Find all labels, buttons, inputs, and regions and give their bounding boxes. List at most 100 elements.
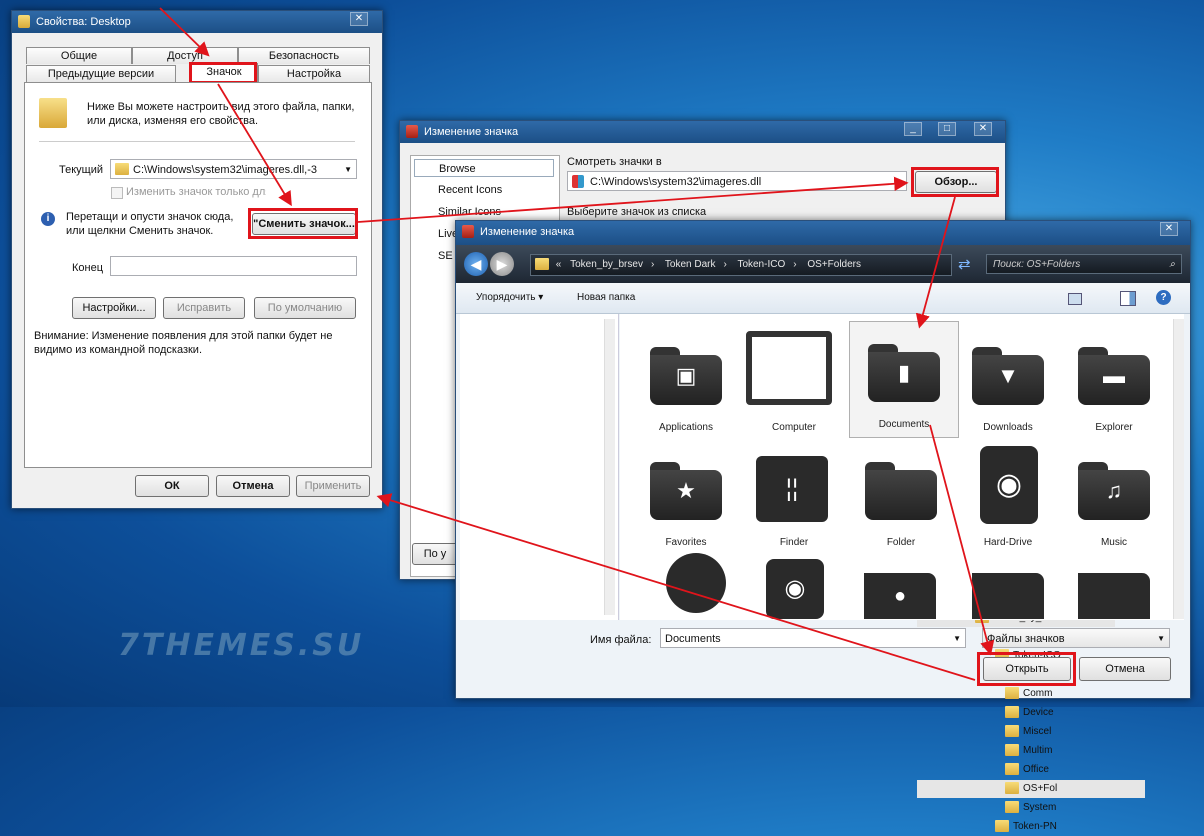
tab-previous-versions[interactable]: Предыдущие версии: [26, 65, 176, 82]
end-field[interactable]: [110, 256, 357, 276]
properties-window: Свойства: Desktop ✕ Общие Доступ Безопас…: [11, 10, 383, 509]
icon-computer[interactable]: Computer: [740, 325, 848, 440]
fix-button[interactable]: Исправить: [163, 297, 245, 319]
tab-security[interactable]: Безопасность: [238, 47, 370, 64]
side-browse[interactable]: Browse: [414, 159, 554, 177]
big-folder-icon: [39, 98, 67, 128]
address-bar[interactable]: « Token_by_brsev › Token Dark › Token-ICO ›…: [530, 254, 952, 276]
current-label: Текущий: [59, 164, 103, 176]
tree-item[interactable]: Multim: [1005, 742, 1052, 760]
icon-folder[interactable]: Folder: [847, 440, 955, 555]
checkbox[interactable]: [111, 187, 123, 199]
folder-icon: [1005, 744, 1019, 757]
tree-scrollbar[interactable]: [604, 319, 615, 615]
icon-label: Folder: [886, 537, 916, 548]
arrow-down-icon: ▼: [997, 363, 1019, 388]
organize-button[interactable]: Упорядочить ▾: [476, 292, 543, 303]
filename-field[interactable]: Documents ▼: [660, 628, 966, 648]
finder-icon: ¦¦: [756, 456, 828, 522]
folder-icon: [1005, 763, 1019, 776]
bottom-button[interactable]: По у: [412, 543, 458, 565]
grid-scrollbar[interactable]: [1173, 319, 1184, 619]
tree-item-label: OS+Fol: [1023, 783, 1058, 794]
checkbox-label: Изменить значок только для этого: [126, 186, 266, 198]
apply-button[interactable]: Применить: [296, 475, 370, 497]
third-row-icon-2[interactable]: ◉: [766, 559, 824, 619]
tab-customize[interactable]: Настройка: [258, 65, 370, 82]
crumb-4[interactable]: OS+Folders: [807, 259, 861, 270]
ok-button[interactable]: ОК: [135, 475, 209, 497]
new-folder-button[interactable]: Новая папка: [577, 292, 635, 303]
tree-item[interactable]: Token-PN: [995, 818, 1057, 836]
folder-icon: [535, 258, 549, 271]
tree-item[interactable]: Comm: [1005, 685, 1052, 703]
hard-drive-icon: ◉: [980, 446, 1038, 524]
search-input[interactable]: Поиск: OS+Folders ⌕: [986, 254, 1182, 274]
close-icon[interactable]: ✕: [350, 12, 368, 26]
folder-icon: [1005, 801, 1019, 814]
crumb-3[interactable]: Token-ICO: [737, 259, 785, 270]
third-row-icon-1[interactable]: [666, 553, 726, 613]
search-placeholder: Поиск: OS+Folders: [993, 259, 1081, 270]
highlight-change-icon: [248, 208, 358, 239]
default-button[interactable]: По умолчанию: [254, 297, 356, 319]
info-icon: i: [41, 212, 55, 226]
side-similar[interactable]: Similar Icons: [438, 206, 501, 218]
tree-item[interactable]: System: [1005, 799, 1056, 817]
icon-finder[interactable]: ¦¦ Finder: [740, 440, 848, 555]
tree-item[interactable]: OS+Fol: [917, 780, 1145, 798]
drag-hint: Перетащи и опусти значок сюда, или щелкн…: [66, 211, 234, 237]
preview-pane-icon[interactable]: [1120, 291, 1136, 306]
view-icon[interactable]: [1068, 293, 1082, 305]
drive-glyph-icon: ▬: [1103, 363, 1125, 388]
crumb-2[interactable]: Token Dark: [665, 259, 716, 270]
close-icon[interactable]: ✕: [974, 122, 992, 136]
folder-icon: [1005, 687, 1019, 700]
icon-label: Finder: [779, 537, 809, 548]
tab-general[interactable]: Общие: [26, 47, 132, 64]
shield-icon: [572, 175, 584, 188]
close-icon[interactable]: ✕: [1160, 222, 1178, 236]
icon-label: Music: [1100, 537, 1128, 548]
file-type-select[interactable]: Файлы значков ▼: [982, 628, 1170, 648]
minimize-icon[interactable]: _: [904, 122, 922, 136]
cancel-button[interactable]: Отмена: [216, 475, 290, 497]
folder-icon: [115, 163, 129, 175]
help-icon[interactable]: ?: [1156, 290, 1171, 305]
side-se[interactable]: SE: [438, 250, 453, 262]
settings-button[interactable]: Настройки...: [72, 297, 156, 319]
app-icon: [406, 125, 418, 138]
cancel-button[interactable]: Отмена: [1079, 657, 1171, 681]
maximize-icon[interactable]: □: [938, 122, 956, 136]
icon-downloads[interactable]: ▼ Downloads: [954, 325, 1062, 440]
star-icon: ★: [676, 478, 696, 503]
highlight-icon-tab: [189, 62, 257, 84]
current-value: C:\Windows\system32\imageres.dll,-3: [133, 164, 318, 176]
icon-explorer[interactable]: ▬ Explorer: [1060, 325, 1168, 440]
crumb-1[interactable]: Token_by_brsev: [570, 259, 643, 270]
tree-item[interactable]: Office: [1005, 761, 1049, 779]
crumb-back[interactable]: «: [556, 259, 562, 270]
back-icon[interactable]: ◀: [464, 252, 488, 276]
path-value: C:\Windows\system32\imageres.dll: [590, 176, 762, 188]
icon-music[interactable]: ♫ Music: [1060, 440, 1168, 555]
open-dialog-title: Изменение значка: [480, 226, 575, 238]
icon-label: Applications: [659, 422, 713, 433]
refresh-icon[interactable]: ⇄: [958, 255, 971, 273]
current-icon-select[interactable]: C:\Windows\system32\imageres.dll,-3 ▼: [110, 159, 357, 179]
icon-documents[interactable]: ▮ Documents: [849, 321, 959, 438]
icon-applications[interactable]: ▣ Applications: [632, 325, 740, 440]
forward-icon[interactable]: ▶: [490, 252, 514, 276]
side-recent[interactable]: Recent Icons: [438, 184, 502, 196]
tree-item-label: Miscel: [1023, 726, 1052, 737]
icon-hard-drive[interactable]: ◉ Hard-Drive: [954, 440, 1062, 555]
folder-icon: [995, 820, 1009, 833]
third-row-icon-3[interactable]: ●: [864, 573, 936, 619]
open-dialog-titlebar: Изменение значка ✕: [456, 221, 1190, 245]
third-row-icon-4[interactable]: [972, 573, 1044, 619]
path-field[interactable]: C:\Windows\system32\imageres.dll: [567, 171, 907, 191]
icon-favorites[interactable]: ★ Favorites: [632, 440, 740, 555]
tree-item-label: Comm: [1023, 688, 1053, 699]
third-row-icon-5[interactable]: [1078, 573, 1150, 619]
tree-item[interactable]: Miscel: [1005, 723, 1051, 741]
